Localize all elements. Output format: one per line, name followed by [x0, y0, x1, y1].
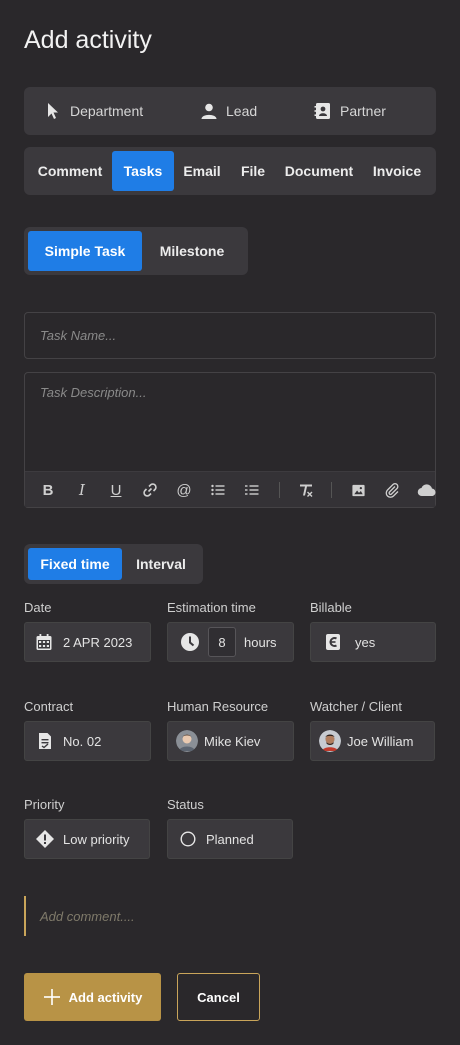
human-resource-label: Human Resource: [167, 699, 269, 714]
toolbar-divider: [279, 482, 280, 498]
date-field[interactable]: 2 APR 2023: [24, 622, 151, 662]
warning-diamond-icon: [36, 830, 54, 848]
milestone-button[interactable]: Milestone: [142, 231, 242, 271]
simple-task-button[interactable]: Simple Task: [28, 231, 142, 271]
avatar: [176, 730, 198, 752]
task-name-placeholder: Task Name...: [40, 328, 117, 343]
date-value: 2 APR 2023: [63, 634, 133, 650]
underline-icon[interactable]: U: [107, 481, 125, 499]
cloud-icon[interactable]: [417, 481, 437, 499]
circle-status-icon: [180, 831, 196, 847]
tab-tasks[interactable]: Tasks: [112, 151, 174, 191]
priority-label: Priority: [24, 797, 65, 812]
avatar: [319, 730, 341, 752]
activity-type-tabs: Comment Tasks Email File Document Invoic…: [24, 147, 436, 195]
fixed-time-button[interactable]: Fixed time: [28, 548, 122, 580]
add-activity-label: Add activity: [68, 989, 143, 1005]
relation-tab-partner[interactable]: Partner: [314, 87, 386, 135]
plus-icon: [43, 989, 60, 1005]
human-resource-field[interactable]: Mike Kiev: [167, 721, 294, 761]
calendar-icon: [36, 634, 52, 650]
billable-label: Billable: [310, 600, 352, 615]
status-field[interactable]: Planned: [167, 819, 293, 859]
add-activity-button[interactable]: Add activity: [24, 973, 161, 1021]
hours-unit: hours: [244, 634, 277, 650]
relation-tab-department[interactable]: Department: [44, 87, 143, 135]
task-name-input[interactable]: Task Name...: [24, 312, 436, 359]
contract-value: No. 02: [63, 733, 102, 749]
editor-toolbar: B I U @: [25, 471, 437, 507]
numbered-list-icon[interactable]: [243, 481, 261, 499]
billable-icon: [326, 634, 340, 650]
relation-tab-label: Partner: [340, 103, 386, 119]
contract-icon: [39, 733, 51, 749]
estimation-label: Estimation time: [167, 600, 256, 615]
watcher-value: Joe William: [347, 733, 414, 749]
tab-invoice[interactable]: Invoice: [368, 151, 426, 191]
tab-document[interactable]: Document: [282, 151, 356, 191]
relation-tab-lead[interactable]: Lead: [200, 87, 257, 135]
tab-file[interactable]: File: [236, 151, 270, 191]
priority-field[interactable]: Low priority: [24, 819, 150, 859]
task-description-editor[interactable]: Task Description... B I U @: [24, 372, 436, 508]
watcher-field[interactable]: Joe William: [310, 721, 435, 761]
comment-input[interactable]: Add comment....: [24, 896, 436, 936]
bullet-list-icon[interactable]: [209, 481, 227, 499]
tab-comment[interactable]: Comment: [28, 151, 112, 191]
interval-button[interactable]: Interval: [124, 548, 198, 580]
relation-bar: Department Lead Partner: [24, 87, 436, 135]
link-icon[interactable]: [141, 481, 159, 499]
billable-value: yes: [355, 634, 376, 650]
cancel-button[interactable]: Cancel: [177, 973, 260, 1021]
contact-book-icon: [314, 103, 330, 119]
contract-field[interactable]: No. 02: [24, 721, 151, 761]
bold-icon[interactable]: B: [39, 481, 57, 499]
human-resource-value: Mike Kiev: [204, 733, 261, 749]
comment-placeholder: Add comment....: [40, 908, 135, 924]
page-title: Add activity: [24, 26, 152, 54]
person-icon: [201, 103, 217, 119]
priority-value: Low priority: [63, 831, 130, 847]
clear-format-icon[interactable]: [297, 481, 315, 499]
attachment-icon[interactable]: [383, 481, 401, 499]
hours-input[interactable]: 8: [208, 627, 236, 657]
italic-icon[interactable]: I: [73, 481, 91, 499]
contract-label: Contract: [24, 699, 74, 714]
task-kind-toggle: Simple Task Milestone: [24, 227, 248, 275]
image-icon[interactable]: [349, 481, 367, 499]
mention-icon[interactable]: @: [175, 481, 193, 499]
task-description-placeholder: Task Description...: [40, 385, 147, 400]
date-label: Date: [24, 600, 52, 615]
relation-tab-label: Lead: [226, 103, 258, 119]
relation-tab-label: Department: [70, 103, 144, 119]
estimation-field: 8 hours: [167, 622, 294, 662]
status-value: Planned: [206, 831, 254, 847]
toolbar-divider: [331, 482, 332, 498]
tab-email[interactable]: Email: [178, 151, 226, 191]
watcher-label: Watcher / Client: [310, 699, 402, 714]
cursor-icon: [48, 103, 58, 119]
billable-field[interactable]: yes: [310, 622, 436, 662]
time-mode-toggle: Fixed time Interval: [24, 544, 203, 584]
clock-icon: [181, 633, 199, 651]
status-label: Status: [167, 797, 204, 812]
